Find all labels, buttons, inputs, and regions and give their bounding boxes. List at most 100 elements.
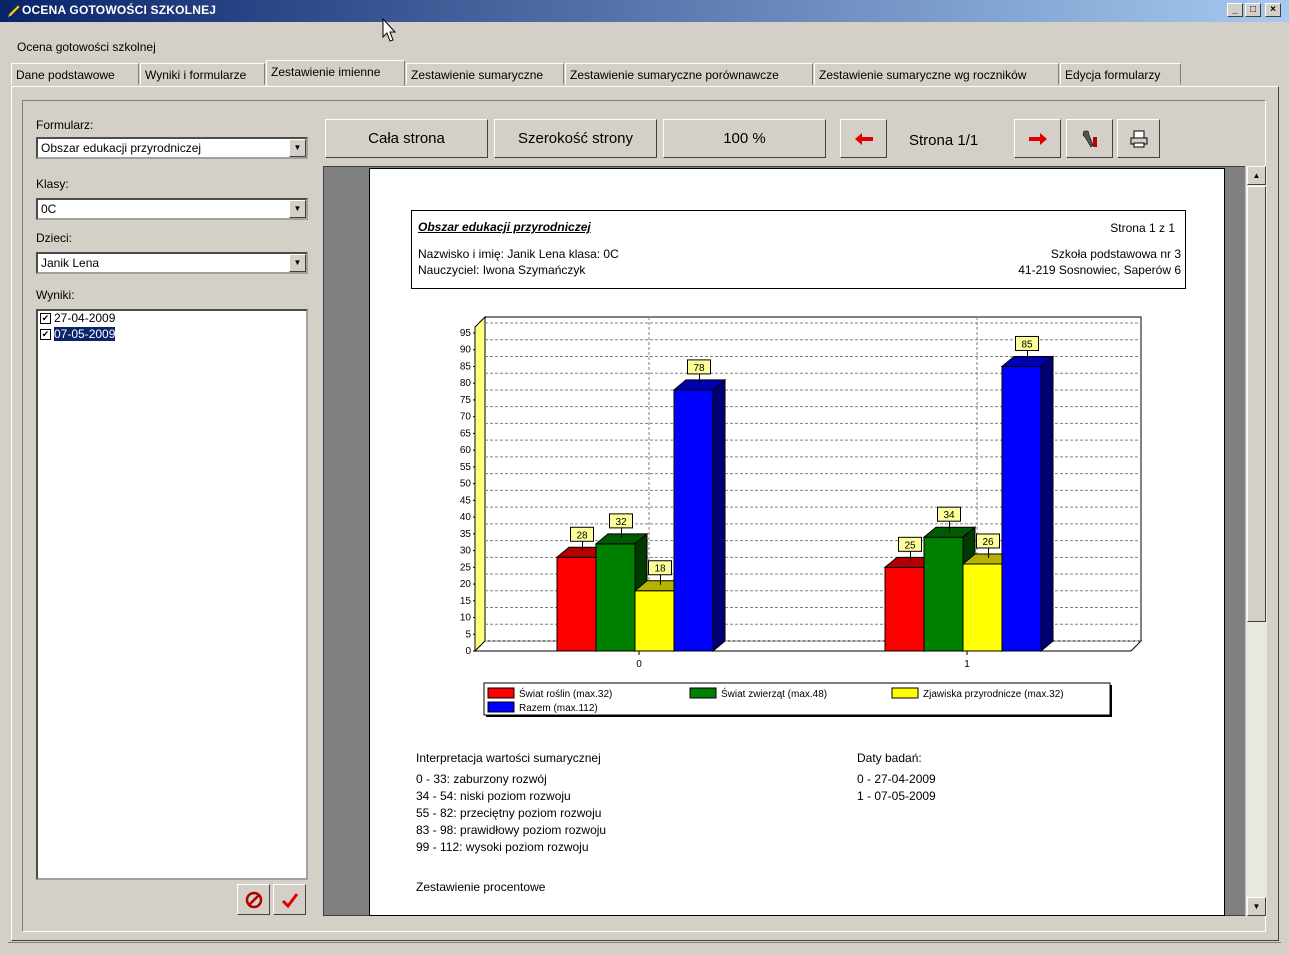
scroll-down-icon[interactable]: ▼	[1247, 897, 1266, 916]
y-tick-label: 80	[460, 378, 472, 389]
bar	[634, 590, 675, 652]
legend-swatch	[689, 687, 717, 699]
y-tick-label: 15	[460, 596, 472, 607]
y-tick-label: 85	[460, 361, 472, 372]
page-indicator: Strona 1/1	[909, 132, 979, 149]
interpretation-line: 55 - 82: przeciętny poziom rozwoju	[416, 806, 602, 820]
data-label: 18	[654, 564, 666, 575]
interpretation-line: 34 - 54: niski poziom rozwoju	[416, 789, 571, 803]
minimize-button[interactable]: _	[1227, 3, 1243, 17]
checkbox-checked-icon[interactable]: ✔	[40, 313, 51, 325]
y-tick-label: 10	[460, 613, 472, 624]
report-teacher-line: Nauczyciel: Iwona Szymańczyk	[418, 263, 586, 277]
bar	[556, 556, 597, 652]
checkmark-icon	[281, 893, 298, 909]
zoom-button[interactable]: 100 %	[663, 119, 826, 158]
bar	[962, 563, 1003, 652]
y-tick-label: 0	[465, 646, 471, 657]
app-subtitle: Ocena gotowości szkolnej	[17, 40, 156, 54]
arrow-left-icon	[854, 133, 873, 145]
dates-title: Daty badań:	[857, 751, 922, 765]
y-tick-label: 5	[465, 629, 471, 640]
x-tick-label: 0	[636, 659, 642, 670]
y-tick-label: 75	[460, 395, 472, 406]
report-title: Obszar edukacji przyrodniczej	[418, 220, 591, 234]
y-tick-label: 65	[460, 428, 472, 439]
wyniki-label: Wyniki:	[36, 288, 75, 302]
tab-zestawienie-porownawcze[interactable]: Zestawienie sumaryczne porównawcze	[565, 63, 813, 85]
scroll-thumb[interactable]	[1247, 186, 1266, 622]
klasy-select[interactable]: 0C ▼	[36, 198, 308, 220]
wyniki-list[interactable]: ✔ 27-04-2009 ✔ 07-05-2009	[36, 309, 308, 880]
wyniki-date: 27-04-2009	[54, 311, 116, 325]
list-item[interactable]: ✔ 27-04-2009	[38, 311, 306, 327]
interpretation-line: 99 - 112: wysoki poziom rozwoju	[416, 840, 589, 854]
chevron-down-icon[interactable]: ▼	[289, 139, 306, 157]
y-tick-label: 55	[460, 462, 472, 473]
interpretation-line: 83 - 98: prawidłowy poziom rozwoju	[416, 823, 607, 837]
tab-wyniki-i-formularze[interactable]: Wyniki i formularze	[140, 63, 265, 85]
vertical-scrollbar[interactable]: ▲ ▼	[1245, 166, 1267, 916]
date-line: 1 - 07-05-2009	[857, 789, 936, 803]
report-address: 41-219 Sosnowiec, Saperów 6	[1018, 263, 1181, 277]
chevron-down-icon[interactable]: ▼	[289, 254, 306, 272]
y-tick-label: 60	[460, 445, 472, 456]
dzieci-select[interactable]: Janik Lena ▼	[36, 252, 308, 274]
data-label: 34	[943, 510, 955, 521]
status-bar-divider	[8, 942, 1281, 943]
bar-side	[1040, 355, 1054, 653]
tab-zestawienie-wg-rocznikow[interactable]: Zestawienie sumaryczne wg roczników	[814, 63, 1059, 85]
chevron-down-icon[interactable]: ▼	[289, 200, 306, 218]
data-label: 28	[576, 530, 588, 541]
formularz-select[interactable]: Obszar edukacji przyrodniczej ▼	[36, 137, 308, 159]
interpretation-title: Interpretacja wartości sumarycznej	[416, 751, 601, 765]
x-tick-label: 1	[964, 659, 970, 670]
tab-dane-podstawowe[interactable]: Dane podstawowe	[11, 63, 139, 85]
bar-side	[712, 378, 726, 653]
y-tick-label: 90	[460, 345, 472, 356]
settings-button[interactable]	[1066, 119, 1113, 158]
klasy-value: 0C	[41, 202, 57, 216]
legend-swatch	[487, 701, 515, 713]
y-tick-label: 20	[460, 579, 472, 590]
dzieci-label: Dzieci:	[36, 231, 73, 245]
legend-swatch	[891, 687, 919, 699]
page-width-button[interactable]: Szerokość strony	[494, 119, 657, 158]
scroll-up-icon[interactable]: ▲	[1247, 166, 1266, 185]
bar	[1001, 365, 1042, 652]
y-tick-label: 45	[460, 495, 472, 506]
interpretation-line: 0 - 33: zaburzony rozwój	[416, 772, 547, 786]
report-header: Obszar edukacji przyrodniczej Strona 1 z…	[411, 210, 1186, 289]
data-label: 26	[982, 537, 994, 548]
printer-icon	[1130, 130, 1147, 148]
tab-zestawienie-sumaryczne[interactable]: Zestawienie sumaryczne	[406, 63, 564, 85]
ok-button[interactable]	[273, 884, 306, 915]
klasy-label: Klasy:	[36, 177, 69, 191]
window-title: OCENA GOTOWOŚCI SZKOLNEJ	[22, 3, 217, 17]
y-tick-label: 35	[460, 529, 472, 540]
whole-page-button[interactable]: Cała strona	[325, 119, 488, 158]
data-label: 32	[615, 517, 627, 528]
wyniki-date: 07-05-2009	[52, 326, 117, 342]
data-label: 78	[693, 363, 705, 374]
checkbox-checked-icon[interactable]: ✔	[40, 329, 51, 341]
next-page-button[interactable]	[1014, 119, 1061, 158]
close-button[interactable]: ×	[1265, 3, 1281, 17]
maximize-button[interactable]: □	[1245, 3, 1261, 17]
report-page: Obszar edukacji przyrodniczej Strona 1 z…	[369, 168, 1225, 916]
cancel-icon	[245, 891, 262, 909]
prev-page-button[interactable]	[840, 119, 887, 158]
date-line: 0 - 27-04-2009	[857, 772, 936, 786]
arrow-right-icon	[1028, 133, 1047, 145]
cancel-button[interactable]	[237, 884, 270, 915]
print-button[interactable]	[1117, 119, 1160, 158]
y-tick-label: 95	[460, 328, 472, 339]
y-tick-label: 50	[460, 479, 472, 490]
tab-zestawienie-imienne[interactable]: Zestawienie imienne	[266, 60, 405, 86]
chart-side-wall	[474, 315, 486, 653]
formularz-value: Obszar edukacji przyrodniczej	[41, 141, 202, 155]
list-item[interactable]: ✔ 07-05-2009	[38, 326, 306, 343]
bar	[923, 536, 964, 652]
tab-edycja-formularzy[interactable]: Edycja formularzy	[1060, 63, 1181, 85]
bar	[673, 389, 714, 652]
